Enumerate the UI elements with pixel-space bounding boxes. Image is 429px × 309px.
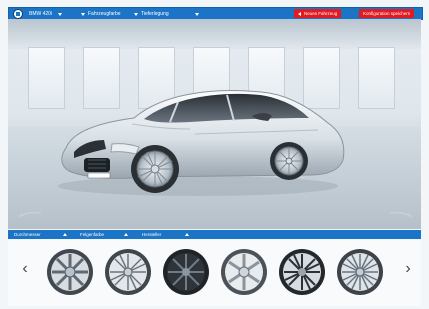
previous-wheel-button[interactable]: ‹ (20, 258, 30, 280)
chevron-up-icon (185, 233, 190, 236)
chevron-up-icon (124, 233, 129, 236)
manufacturer-label: Hersteller (142, 232, 162, 237)
lowering-dropdown[interactable]: Tieferlegung (134, 9, 169, 19)
rim-color-dropdown[interactable]: Felgenfarbe (80, 230, 129, 239)
model-label: BMW 420i (29, 11, 53, 17)
lowering-dropdown-caret[interactable] (195, 9, 202, 19)
showroom-window (358, 47, 395, 109)
model-dropdown[interactable]: BMW 420i (29, 9, 65, 19)
diameter-label: Durchmesser (14, 232, 41, 237)
wheel-filter-bar: Durchmesser Felgenfarbe Hersteller (8, 230, 421, 239)
wheel-option-1[interactable] (46, 248, 94, 296)
manufacturer-dropdown[interactable]: Hersteller (142, 230, 190, 239)
diameter-dropdown[interactable]: Durchmesser (14, 230, 67, 239)
color-label: Fahrzeugfarbe (88, 11, 121, 17)
bmw-logo-icon (13, 9, 23, 19)
lowering-label: Tieferlegung (141, 11, 169, 17)
new-vehicle-label: Neues Fahrzeug (304, 11, 338, 16)
next-wheel-button[interactable]: › (403, 258, 413, 280)
new-vehicle-button[interactable]: Neues Fahrzeug (294, 9, 342, 18)
save-configuration-button[interactable]: Konfiguration speichern (359, 9, 415, 18)
rotate-left-icon[interactable] (18, 211, 42, 219)
car-image (58, 90, 345, 196)
chevron-down-icon (134, 12, 138, 16)
wheel-option-5[interactable] (278, 248, 326, 296)
chevron-down-icon (195, 12, 199, 16)
rotate-right-icon[interactable] (389, 211, 413, 219)
wheel-option-6[interactable] (336, 248, 384, 296)
wheel-carousel: ‹ › (8, 240, 421, 306)
vehicle-stage[interactable] (8, 19, 421, 229)
rim-color-label: Felgenfarbe (80, 232, 105, 237)
save-configuration-label: Konfiguration speichern (363, 11, 411, 16)
showroom-ceiling (8, 19, 421, 49)
chevron-down-icon (81, 12, 85, 16)
wheel-option-2[interactable] (104, 248, 152, 296)
chevron-down-icon (58, 12, 63, 16)
wheel-option-3[interactable] (162, 248, 210, 296)
configurator-frame: BMW 420i Fahrzeugfarbe Tieferlegung Neue… (0, 0, 429, 309)
back-arrow-icon (298, 11, 301, 16)
chevron-up-icon (62, 233, 67, 236)
wheel-option-4[interactable] (220, 248, 268, 296)
color-dropdown[interactable]: Fahrzeugfarbe (81, 9, 121, 19)
